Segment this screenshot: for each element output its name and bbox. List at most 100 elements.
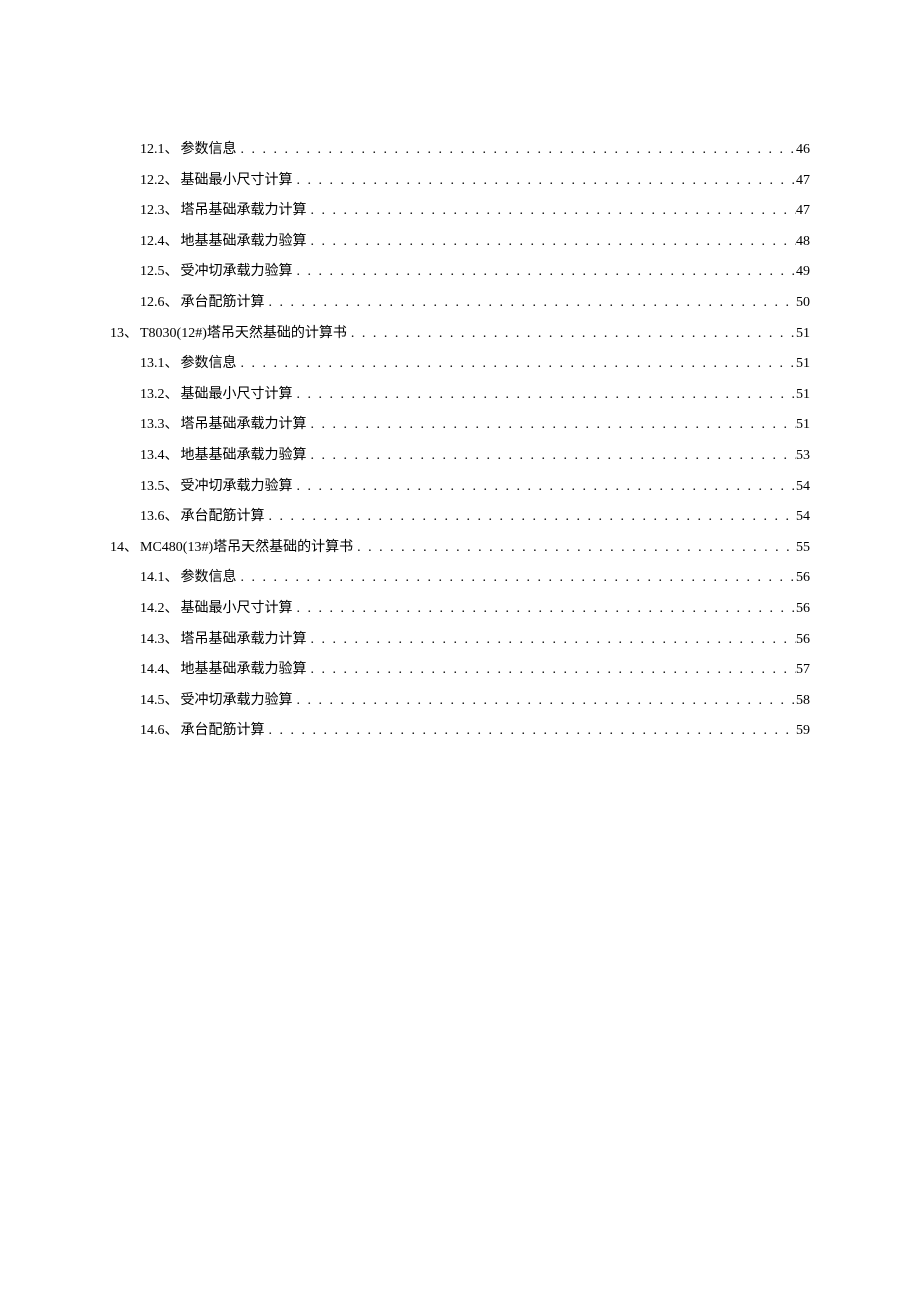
toc-title: 参数信息 [181, 354, 237, 374]
toc-number: 13 [110, 324, 124, 344]
toc-entry: 12.1、 参数信息 46 [110, 140, 810, 160]
toc-leader-dots [307, 232, 797, 252]
toc-title: MC480(13#)塔吊天然基础的计算书 [140, 538, 353, 558]
toc-entry: 12.2、 基础最小尺寸计算 47 [110, 171, 810, 191]
toc-number: 13.1 [140, 354, 165, 374]
toc-page: 57 [796, 660, 810, 680]
toc-title: 塔吊基础承载力计算 [181, 630, 307, 650]
toc-leader-dots [293, 691, 797, 711]
toc-page: 46 [796, 140, 810, 160]
toc-page: 54 [796, 477, 810, 497]
toc-page: 48 [796, 232, 810, 252]
toc-title: 基础最小尺寸计算 [181, 385, 293, 405]
toc-leader-dots [353, 538, 796, 558]
toc-entry: 13.1、 参数信息 51 [110, 354, 810, 374]
toc-number: 13.2 [140, 385, 165, 405]
toc-number: 14.4 [140, 660, 165, 680]
toc-entry: 14.1、 参数信息 56 [110, 568, 810, 588]
toc-number: 13.6 [140, 507, 165, 527]
toc-separator: 、 [124, 324, 138, 344]
toc-separator: 、 [165, 691, 179, 711]
toc-title: T8030(12#)塔吊天然基础的计算书 [140, 324, 347, 344]
toc-page: 56 [796, 568, 810, 588]
toc-entry: 13、 T8030(12#)塔吊天然基础的计算书 51 [110, 324, 810, 344]
toc-entry: 13.5、 受冲切承载力验算 54 [110, 477, 810, 497]
toc-entry: 12.6、 承台配筋计算 50 [110, 293, 810, 313]
toc-leader-dots [237, 568, 797, 588]
toc-separator: 、 [165, 599, 179, 619]
toc-page: 53 [796, 446, 810, 466]
toc-number: 13.4 [140, 446, 165, 466]
toc-container: 12.1、 参数信息 46 12.2、 基础最小尺寸计算 47 12.3、 塔吊… [110, 140, 810, 741]
toc-entry: 14.3、 塔吊基础承载力计算 56 [110, 630, 810, 650]
toc-title: 承台配筋计算 [181, 293, 265, 313]
toc-title: 塔吊基础承载力计算 [181, 201, 307, 221]
toc-entry: 12.3、 塔吊基础承载力计算 47 [110, 201, 810, 221]
toc-separator: 、 [165, 446, 179, 466]
toc-page: 59 [796, 721, 810, 741]
toc-page: 55 [796, 538, 810, 558]
toc-number: 14.2 [140, 599, 165, 619]
toc-page: 47 [796, 171, 810, 191]
toc-page: 47 [796, 201, 810, 221]
toc-separator: 、 [165, 262, 179, 282]
toc-page: 50 [796, 293, 810, 313]
toc-number: 12.3 [140, 201, 165, 221]
toc-entry: 14.5、 受冲切承载力验算 58 [110, 691, 810, 711]
toc-separator: 、 [165, 385, 179, 405]
toc-leader-dots [307, 201, 797, 221]
toc-title: 基础最小尺寸计算 [181, 171, 293, 191]
toc-page: 58 [796, 691, 810, 711]
toc-page: 51 [796, 354, 810, 374]
toc-title: 塔吊基础承载力计算 [181, 415, 307, 435]
toc-page: 49 [796, 262, 810, 282]
toc-separator: 、 [165, 721, 179, 741]
toc-number: 12.2 [140, 171, 165, 191]
toc-page: 56 [796, 630, 810, 650]
toc-page: 54 [796, 507, 810, 527]
toc-number: 14.5 [140, 691, 165, 711]
toc-leader-dots [293, 599, 797, 619]
toc-number: 13.3 [140, 415, 165, 435]
toc-number: 14 [110, 538, 124, 558]
toc-number: 12.4 [140, 232, 165, 252]
toc-separator: 、 [165, 232, 179, 252]
toc-leader-dots [237, 140, 797, 160]
toc-separator: 、 [165, 171, 179, 191]
toc-title: 受冲切承载力验算 [181, 477, 293, 497]
toc-entry: 13.2、 基础最小尺寸计算 51 [110, 385, 810, 405]
toc-leader-dots [265, 721, 797, 741]
toc-page: 56 [796, 599, 810, 619]
toc-entry: 13.4、 地基基础承载力验算 53 [110, 446, 810, 466]
toc-title: 承台配筋计算 [181, 507, 265, 527]
toc-number: 12.5 [140, 262, 165, 282]
toc-number: 14.6 [140, 721, 165, 741]
toc-entry: 14.2、 基础最小尺寸计算 56 [110, 599, 810, 619]
toc-leader-dots [293, 385, 797, 405]
toc-title: 承台配筋计算 [181, 721, 265, 741]
toc-leader-dots [307, 630, 797, 650]
toc-number: 12.1 [140, 140, 165, 160]
toc-leader-dots [347, 324, 796, 344]
toc-title: 基础最小尺寸计算 [181, 599, 293, 619]
toc-number: 13.5 [140, 477, 165, 497]
toc-leader-dots [307, 660, 797, 680]
toc-entry: 14.6、 承台配筋计算 59 [110, 721, 810, 741]
toc-title: 地基基础承载力验算 [181, 232, 307, 252]
toc-separator: 、 [165, 354, 179, 374]
toc-title: 受冲切承载力验算 [181, 691, 293, 711]
toc-entry: 13.3、 塔吊基础承载力计算 51 [110, 415, 810, 435]
toc-number: 12.6 [140, 293, 165, 313]
toc-entry: 14、 MC480(13#)塔吊天然基础的计算书 55 [110, 538, 810, 558]
toc-separator: 、 [165, 415, 179, 435]
toc-separator: 、 [165, 630, 179, 650]
toc-separator: 、 [165, 660, 179, 680]
toc-leader-dots [265, 293, 797, 313]
toc-entry: 13.6、 承台配筋计算 54 [110, 507, 810, 527]
toc-page: 51 [796, 385, 810, 405]
toc-separator: 、 [165, 140, 179, 160]
toc-separator: 、 [165, 568, 179, 588]
toc-leader-dots [293, 171, 797, 191]
toc-separator: 、 [165, 201, 179, 221]
toc-leader-dots [237, 354, 797, 374]
